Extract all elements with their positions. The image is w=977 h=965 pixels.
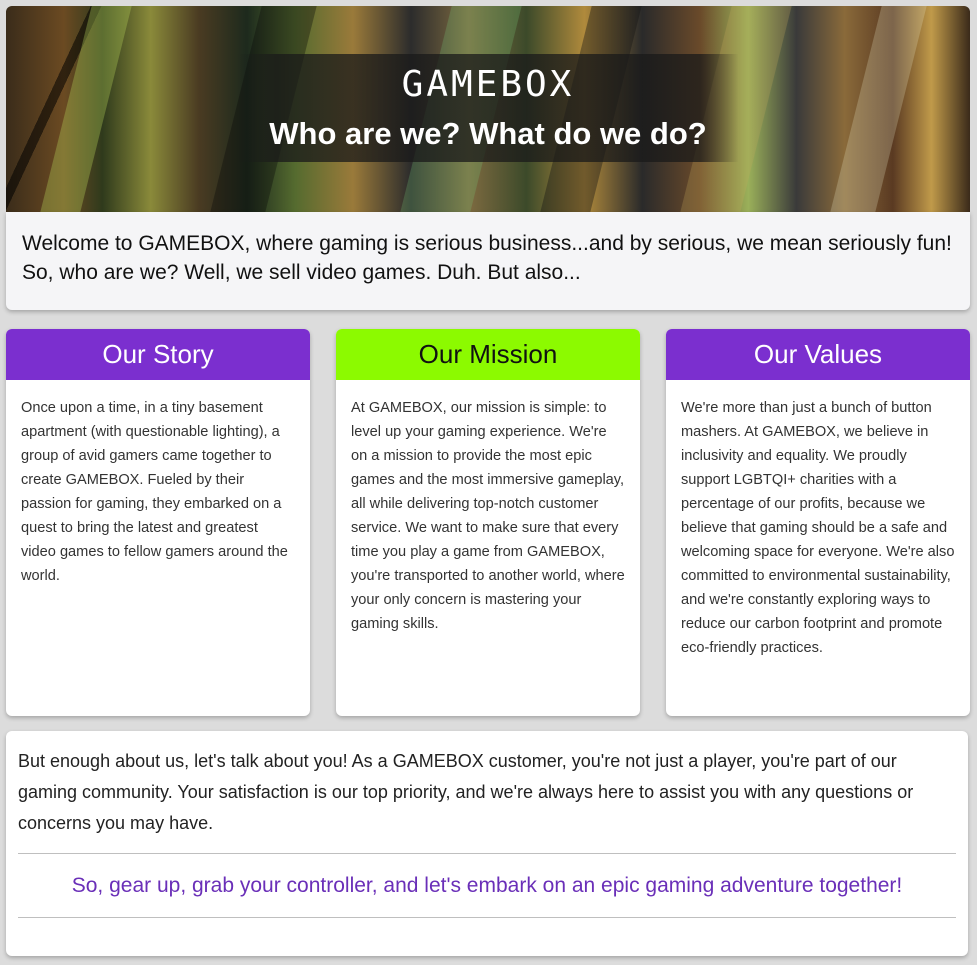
page-title: Who are we? What do we do? [269,116,707,151]
card-text: At GAMEBOX, our mission is simple: to le… [351,400,625,632]
community-panel: But enough about us, let's talk about yo… [6,731,968,956]
card-text: We're more than just a bunch of button m… [681,400,955,656]
card-header: Our Story [6,329,310,380]
card-our-values: Our Values We're more than just a bunch … [666,329,970,716]
divider [18,917,956,918]
card-text: Once upon a time, in a tiny basement apa… [21,400,288,584]
card-header: Our Values [666,329,970,380]
hero-banner: GAMEBOX Who are we? What do we do? [6,6,970,212]
card-header: Our Mission [336,329,640,380]
brand-logo: GAMEBOX [401,64,575,105]
card-our-story: Our Story Once upon a time, in a tiny ba… [6,329,310,716]
intro-text: Welcome to GAMEBOX, where gaming is seri… [22,232,952,284]
call-to-action: So, gear up, grab your controller, and l… [71,874,903,897]
card-our-mission: Our Mission At GAMEBOX, our mission is s… [336,329,640,716]
community-text: But enough about us, let's talk about yo… [18,751,914,833]
intro-panel: Welcome to GAMEBOX, where gaming is seri… [6,212,970,310]
